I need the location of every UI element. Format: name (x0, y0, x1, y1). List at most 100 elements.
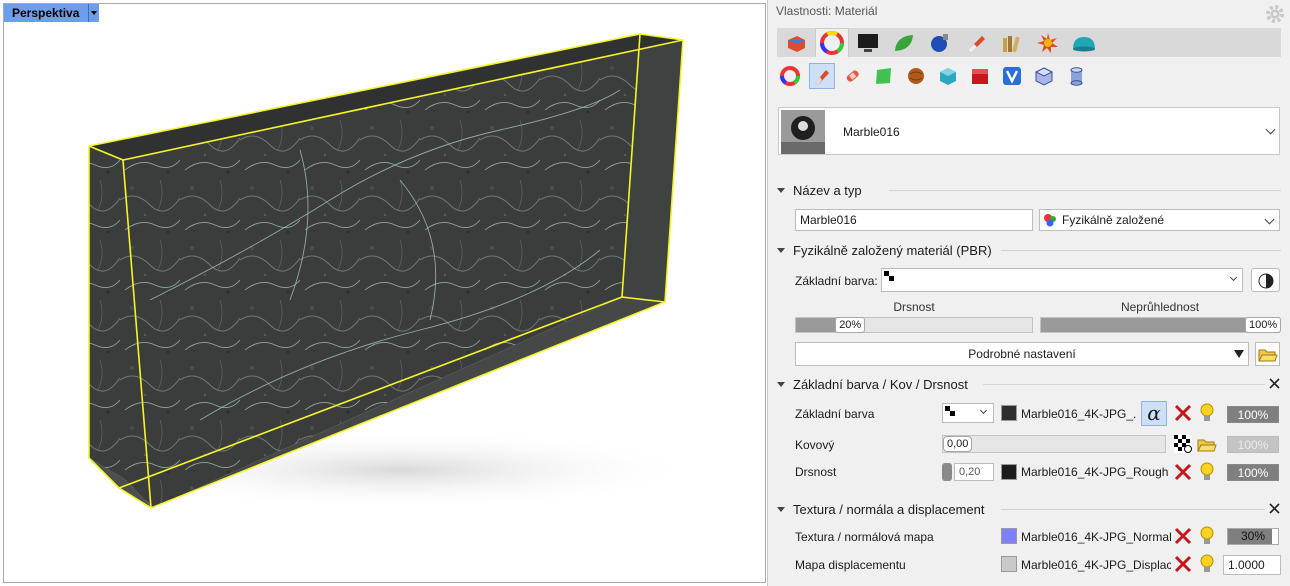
base-color-texture-swatch[interactable] (1001, 405, 1017, 421)
opacity-fill (1041, 318, 1279, 332)
material-thumbnail (781, 110, 825, 154)
section-pbr[interactable]: Fyzikálně založený materiál (PBR) (777, 241, 992, 259)
property-tabs (777, 28, 1281, 57)
checker-icon (884, 271, 894, 281)
collapse-triangle-icon[interactable] (777, 247, 785, 253)
opacity-slider[interactable]: 100% (1040, 317, 1282, 333)
roughness-texture-name[interactable]: Marble016_4K-JPG_Rough... (1021, 465, 1169, 479)
viewport-menu-arrow-icon[interactable] (88, 4, 99, 22)
checker-icon (945, 406, 955, 416)
bulb-icon[interactable] (1199, 526, 1215, 546)
opacity-label: Neprůhlednost (1120, 300, 1200, 314)
displacement-label: Mapa displacementu (795, 558, 906, 572)
roughness-row-label: Drsnost (795, 465, 837, 479)
chevron-down-icon[interactable] (979, 406, 988, 415)
opacity-value[interactable]: 100% (1245, 317, 1282, 333)
sun-icon[interactable] (1031, 28, 1065, 57)
alpha-button[interactable]: α (1141, 401, 1167, 426)
remove-icon[interactable] (1174, 404, 1192, 422)
texture-icon[interactable] (959, 28, 993, 57)
displacement-swatch[interactable] (1001, 556, 1017, 572)
panel-title: Vlastnosti: Materiál (776, 4, 878, 18)
open-folder-button[interactable] (1255, 342, 1280, 366)
advanced-settings-dropdown[interactable]: Podrobné nastavení (795, 342, 1249, 366)
viewport[interactable]: Perspektiva (0, 0, 768, 586)
bulb-icon[interactable] (1199, 403, 1215, 423)
roughness-slider[interactable]: 20% (795, 317, 1033, 333)
collapse-triangle-icon[interactable] (777, 187, 785, 193)
normal-map-texture-name[interactable]: Marble016_4K-JPG_Normal... (1021, 530, 1171, 544)
section-texture-normal[interactable]: Textura / normála a displacement (777, 500, 984, 518)
metallic-amount: 100% (1227, 436, 1279, 453)
properties-panel: Vlastnosti: Materiál Marble016 Název a t… (769, 0, 1290, 586)
viewport-title[interactable]: Perspektiva (4, 4, 89, 22)
remove-icon[interactable] (1174, 555, 1192, 573)
display-icon[interactable] (851, 28, 885, 57)
base-color-row-label: Základní barva (795, 407, 875, 421)
roughness-mini-slider[interactable] (942, 463, 952, 481)
close-icon[interactable] (1269, 378, 1280, 389)
displacement-texture-name[interactable]: Marble016_4K-JPG_Displac... (1021, 558, 1171, 572)
chevron-down-icon[interactable] (1264, 214, 1275, 225)
triangle-down-icon (1234, 350, 1244, 358)
box-texture-icon[interactable] (935, 63, 961, 89)
metallic-slider[interactable]: 0,00 (942, 435, 1166, 453)
paint-icon[interactable] (809, 63, 835, 89)
normal-map-swatch[interactable] (1001, 528, 1017, 544)
section-name-type[interactable]: Název a typ (777, 181, 862, 199)
collapse-triangle-icon[interactable] (777, 506, 785, 512)
collapse-triangle-icon[interactable] (777, 381, 785, 387)
pbr-icon (1044, 214, 1056, 227)
chevron-down-icon[interactable] (1265, 124, 1276, 135)
contrast-icon (1258, 273, 1274, 289)
red-box-icon[interactable] (967, 63, 993, 89)
bulb-icon[interactable] (1199, 554, 1215, 574)
viewport-frame (3, 3, 766, 583)
base-color-mode-select[interactable] (942, 403, 994, 423)
sphere-texture-icon[interactable] (903, 63, 929, 89)
folder-icon (1258, 349, 1278, 362)
roughness-amount[interactable]: 100% (1227, 464, 1279, 481)
base-color-texture-name[interactable]: Marble016_4K-JPG_... (1021, 407, 1136, 421)
color-picker-button[interactable] (1251, 268, 1280, 292)
material-type-select[interactable]: Fyzikálně založené (1039, 209, 1280, 231)
plane-icon[interactable] (871, 63, 897, 89)
library-icon[interactable] (995, 28, 1029, 57)
displacement-value[interactable]: 1.0000 (1223, 555, 1281, 575)
metallic-value[interactable]: 0,00 (943, 436, 973, 452)
ground-icon[interactable] (1067, 28, 1101, 57)
cylinder-icon[interactable] (1063, 63, 1089, 89)
chevron-down-icon[interactable] (1229, 273, 1238, 282)
v-icon[interactable] (999, 63, 1025, 89)
alpha-icon: α (1147, 401, 1161, 425)
bulb-icon[interactable] (1199, 462, 1215, 482)
normal-map-value: 30% (1240, 529, 1266, 543)
material-name: Marble016 (843, 125, 900, 139)
bandage-icon[interactable] (839, 63, 865, 89)
remove-icon[interactable] (1174, 527, 1192, 545)
roughness-row-value[interactable]: 0,20 (954, 463, 994, 481)
roughness-value[interactable]: 20% (835, 317, 866, 333)
gear-icon[interactable] (1264, 3, 1286, 25)
base-color-amount[interactable]: 100% (1227, 406, 1279, 423)
normal-map-amount[interactable]: 30% (1227, 528, 1279, 545)
base-color-field[interactable] (881, 268, 1243, 292)
cube-map-icon[interactable] (1031, 63, 1057, 89)
object-icon[interactable] (779, 28, 813, 57)
base-color-label: Základní barva: (795, 274, 878, 288)
material-name-input[interactable]: Marble016 (795, 209, 1033, 231)
roughness-texture-swatch[interactable] (1001, 464, 1017, 480)
section-base-metal-rough[interactable]: Základní barva / Kov / Drsnost (777, 375, 968, 393)
metallic-label: Kovový (795, 438, 835, 452)
environment-icon[interactable] (887, 28, 921, 57)
roughness-label: Drsnost (893, 300, 935, 314)
folder-icon[interactable] (1197, 436, 1217, 453)
remove-icon[interactable] (1174, 463, 1192, 481)
checker-texture-icon[interactable] (1174, 435, 1192, 453)
close-icon[interactable] (1269, 503, 1280, 514)
normal-map-label: Textura / normálová mapa (795, 530, 934, 544)
material-selector[interactable]: Marble016 (778, 107, 1280, 155)
color-wheel-icon[interactable] (777, 63, 803, 89)
material-icon[interactable] (815, 28, 849, 57)
render-icon[interactable] (923, 28, 957, 57)
